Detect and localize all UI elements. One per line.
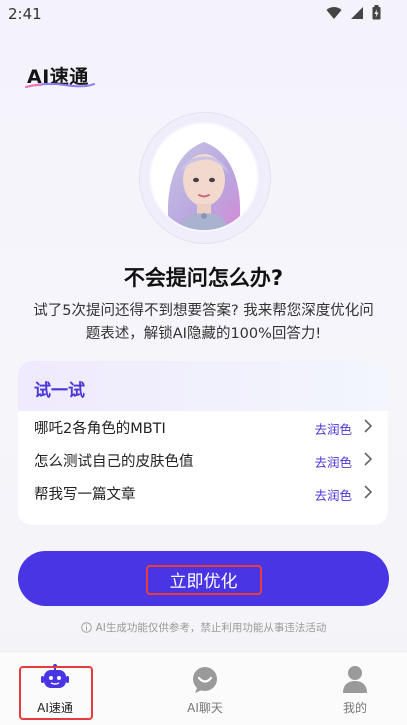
suggestion-text: 哪吒2各角色的MBTI	[34, 421, 166, 437]
brand-underline-decoration	[25, 82, 95, 88]
try-card-header: 试一试	[18, 361, 388, 411]
tab-label: AI聊天	[187, 701, 223, 715]
assistant-avatar	[151, 124, 257, 230]
user-icon	[343, 666, 367, 693]
status-bar: 2:41	[0, 0, 407, 28]
active-tab-highlight	[19, 666, 93, 720]
polish-link[interactable]: 去润色	[314, 452, 352, 471]
try-card: 试一试 哪吒2各角色的MBTI 去润色 怎么测试自己的皮肤色值 去润色 帮我写一…	[18, 361, 388, 525]
suggestion-row[interactable]: 怎么测试自己的皮肤色值 去润色	[34, 447, 376, 471]
chevron-right-icon	[364, 485, 373, 499]
chat-bubble-icon	[193, 667, 217, 693]
suggestion-row[interactable]: 帮我写一篇文章 去润色	[34, 480, 376, 504]
disclaimer: AI生成功能仅供参考，禁止利用功能从事违法活动	[0, 620, 407, 635]
optimize-button-label: 立即优化	[169, 572, 238, 592]
tab-ai-chat[interactable]: AI聊天	[155, 652, 255, 725]
polish-link[interactable]: 去润色	[314, 485, 352, 504]
cell-signal-icon	[351, 6, 363, 19]
headline: 不会提问怎么办?	[123, 266, 284, 290]
polish-link[interactable]: 去润色	[314, 419, 352, 438]
try-card-title: 试一试	[34, 381, 85, 401]
info-icon	[80, 622, 92, 633]
description: 试了5次提问还得不到想要答案? 我来帮您深度优化问题表述，解锁AI隐藏的100%…	[33, 303, 374, 342]
status-icons	[326, 5, 381, 20]
suggestion-text: 怎么测试自己的皮肤色值	[34, 454, 194, 470]
optimize-button[interactable]: 立即优化	[18, 551, 389, 606]
battery-icon	[372, 5, 381, 20]
tab-mine[interactable]: 我的	[305, 652, 405, 725]
tab-label: 我的	[342, 701, 367, 715]
optimize-button-highlight: 立即优化	[145, 564, 262, 595]
chevron-right-icon	[364, 452, 373, 466]
status-time: 2:41	[8, 5, 42, 23]
disclaimer-text: AI生成功能仅供参考，禁止利用功能从事违法活动	[95, 622, 327, 634]
suggestion-text: 帮我写一篇文章	[34, 487, 136, 503]
wifi-icon	[326, 6, 342, 19]
suggestion-row[interactable]: 哪吒2各角色的MBTI 去润色	[34, 414, 376, 438]
chevron-right-icon	[364, 419, 373, 433]
